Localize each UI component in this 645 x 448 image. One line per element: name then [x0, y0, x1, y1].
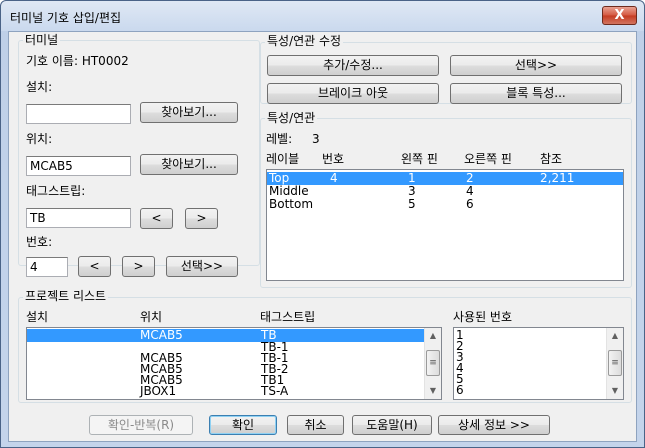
- tagstrip-input[interactable]: TB: [26, 208, 131, 228]
- assoc-list[interactable]: Top 4 1 2 2,211 Middle 3 4 Bottom 5 6: [266, 169, 624, 281]
- project-col-install: 설치: [26, 310, 49, 324]
- terminal-group-label: 터미널: [23, 33, 61, 47]
- assoc-group-label: 특성/연관: [265, 111, 318, 125]
- help-button[interactable]: 도움말(H): [352, 415, 432, 435]
- location-browse-button[interactable]: 찾아보기...: [140, 154, 238, 175]
- ok-repeat-button[interactable]: 확인-반복(R): [89, 415, 193, 435]
- assoc-col-label: 레이블: [266, 152, 300, 166]
- used-numbers-label: 사용된 번호: [453, 310, 513, 324]
- tagstrip-label: 태그스트립:: [26, 184, 86, 198]
- cancel-button[interactable]: 취소: [287, 415, 344, 435]
- project-list-scrollbar[interactable]: ▲ ≡ ▼: [424, 328, 441, 399]
- scroll-up-icon[interactable]: ▲: [607, 328, 623, 344]
- number-select-button[interactable]: 선택>>: [166, 256, 238, 277]
- dialog-body: 터미널 기호 이름: HT0002 설치: 찾아보기... 위치: MCAB5 …: [8, 31, 637, 442]
- project-row[interactable]: JBOX1 TS-A: [27, 385, 425, 398]
- assoc-col-right-pin: 오른쪽 핀: [464, 152, 512, 166]
- location-input[interactable]: MCAB5: [26, 156, 131, 176]
- break-out-button[interactable]: 브레이크 아웃: [267, 83, 439, 104]
- scroll-down-icon[interactable]: ▼: [607, 383, 623, 399]
- assoc-row[interactable]: Top 4 1 2 2,211: [267, 172, 623, 185]
- symbol-name-label: 기호 이름: HT0002: [26, 54, 129, 68]
- window-title: 터미널 기호 삽입/편집: [10, 11, 122, 25]
- project-col-location: 위치: [140, 310, 163, 324]
- scroll-down-icon[interactable]: ▼: [425, 383, 441, 399]
- block-props-button[interactable]: 블록 특성...: [450, 83, 622, 104]
- project-col-tagstrip: 태그스트립: [260, 310, 316, 324]
- assoc-row[interactable]: Bottom 5 6: [267, 198, 623, 211]
- dialog-window: 터미널 기호 삽입/편집 X 터미널 기호 이름: HT0002 설치: 찾아보…: [0, 0, 645, 448]
- props-edit-group-label: 특성/연관 수정: [265, 34, 344, 48]
- number-input[interactable]: 4: [26, 257, 68, 277]
- tagstrip-prev-button[interactable]: <: [140, 208, 173, 229]
- project-list[interactable]: MCAB5 TB TB-1 MCAB5 TB-1 MCAB5 TB-2 MCAB…: [26, 327, 442, 400]
- level-value: 3: [312, 132, 320, 146]
- assoc-col-number: 번호: [322, 152, 345, 166]
- scroll-thumb[interactable]: ≡: [426, 350, 440, 376]
- number-prev-button[interactable]: <: [78, 256, 111, 277]
- number-label: 번호:: [26, 235, 53, 249]
- tagstrip-next-button[interactable]: >: [185, 208, 218, 229]
- level-label: 레벨:: [266, 132, 293, 146]
- used-numbers-scrollbar[interactable]: ▲ ≡ ▼: [606, 328, 623, 399]
- add-edit-button[interactable]: 추가/수정...: [267, 55, 439, 76]
- used-number-item[interactable]: 6: [456, 384, 464, 397]
- terminal-group: [18, 40, 260, 266]
- scroll-up-icon[interactable]: ▲: [425, 328, 441, 344]
- install-browse-button[interactable]: 찾아보기...: [140, 102, 238, 123]
- details-button[interactable]: 상세 정보 >>: [438, 415, 550, 435]
- close-button[interactable]: X: [602, 6, 637, 25]
- project-group-label: 프로젝트 리스트: [23, 289, 109, 303]
- assoc-col-left-pin: 왼쪽 핀: [401, 152, 438, 166]
- number-next-button[interactable]: >: [122, 256, 155, 277]
- assoc-col-reference: 참조: [540, 152, 563, 166]
- scroll-thumb[interactable]: ≡: [608, 350, 622, 376]
- ok-button[interactable]: 확인: [209, 415, 277, 435]
- assoc-row[interactable]: Middle 3 4: [267, 185, 623, 198]
- install-label: 설치:: [26, 80, 53, 94]
- location-label: 위치:: [26, 132, 53, 146]
- used-numbers-list[interactable]: 1 2 3 4 5 6 ▲ ≡ ▼: [453, 327, 624, 400]
- install-input[interactable]: [26, 104, 131, 124]
- props-select-button[interactable]: 선택>>: [450, 55, 622, 76]
- title-bar[interactable]: 터미널 기호 삽입/편집 X: [1, 1, 644, 31]
